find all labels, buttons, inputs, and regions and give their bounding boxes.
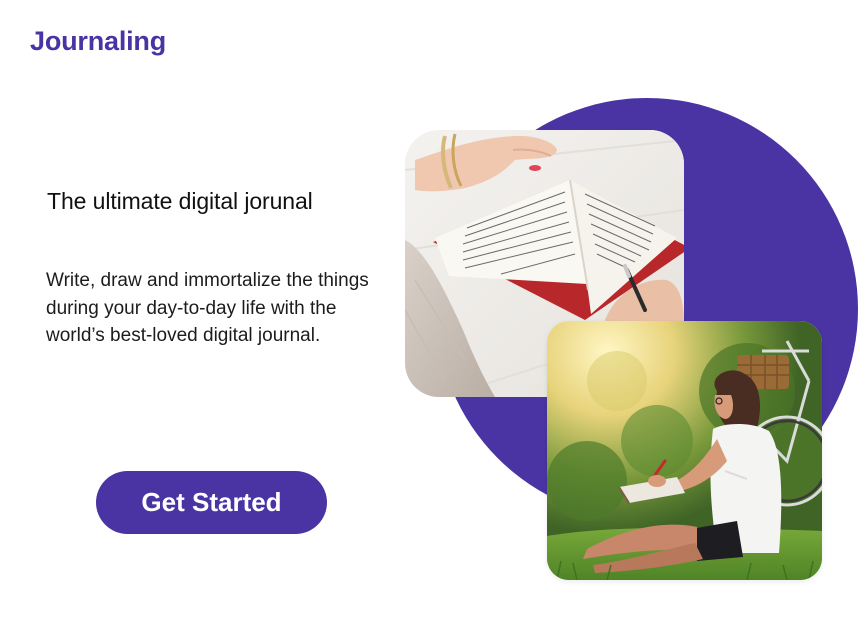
brand-logo[interactable]: Journaling [30, 26, 166, 57]
hero-description: Write, draw and immortalize the things d… [46, 270, 369, 346]
hero-headline: The ultimate digital jorunal [47, 188, 313, 214]
woman-in-park-photo [547, 321, 822, 580]
get-started-button[interactable]: Get Started [96, 471, 327, 534]
